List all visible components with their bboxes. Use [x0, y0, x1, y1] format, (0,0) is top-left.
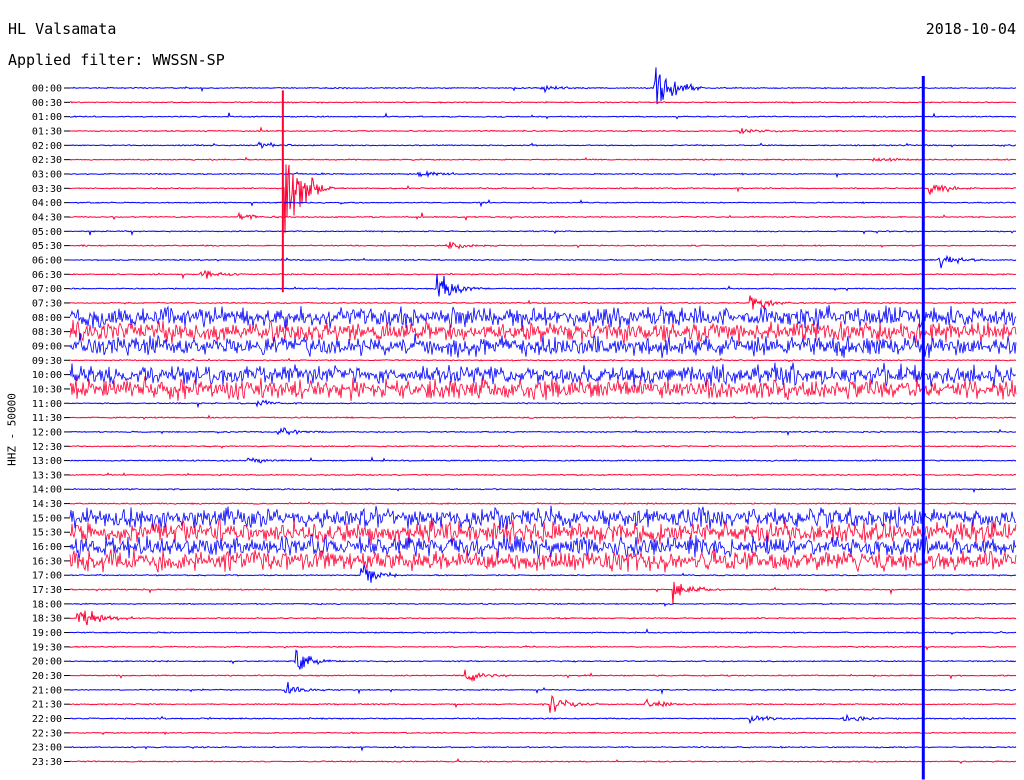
row-time-label: 02:00 — [32, 141, 62, 152]
row-time-label: 08:00 — [32, 313, 62, 324]
trace-2330 — [69, 757, 1017, 765]
row-time-label: 21:30 — [32, 700, 62, 711]
row-time-label: 01:00 — [32, 112, 62, 123]
trace-2200 — [69, 713, 1017, 725]
row-time-label: 01:30 — [32, 126, 62, 137]
row-time-label: 16:30 — [32, 556, 62, 567]
trace-1930 — [69, 644, 1017, 651]
row-time-label: 09:00 — [32, 341, 62, 352]
row-time-label: 23:00 — [32, 743, 62, 754]
trace-1400 — [69, 487, 1017, 493]
trace-1100 — [69, 399, 1017, 409]
row-time-label: 18:00 — [32, 599, 62, 610]
trace-2230 — [69, 731, 1017, 736]
row-time-label: 07:00 — [32, 284, 62, 295]
trace-0430 — [69, 211, 1017, 221]
trace-0800 — [69, 304, 1017, 330]
row-time-label: 13:00 — [32, 456, 62, 467]
trace-0500 — [70, 229, 1016, 237]
row-time-label: 19:00 — [32, 628, 62, 639]
row-time-label: 10:00 — [32, 370, 62, 381]
row-time-label: 09:30 — [32, 356, 62, 367]
trace-1700 — [69, 564, 1017, 583]
row-time-label: 08:30 — [32, 327, 62, 338]
row-time-label: 17:30 — [32, 585, 62, 596]
row-time-label: 23:30 — [32, 757, 62, 768]
row-time-label: 22:00 — [32, 714, 62, 725]
trace-0600 — [69, 254, 1017, 269]
row-time-label: 14:00 — [32, 485, 62, 496]
trace-1830 — [69, 610, 1017, 626]
row-time-label: 13:30 — [32, 470, 62, 481]
row-time-label: 06:30 — [32, 270, 62, 281]
trace-1000 — [69, 362, 1017, 388]
trace-0400 — [69, 199, 1017, 208]
trace-0530 — [69, 241, 1017, 250]
row-time-label: 22:30 — [32, 728, 62, 739]
row-time-label: 12:00 — [32, 427, 62, 438]
row-time-label: 02:30 — [32, 155, 62, 166]
trace-0000 — [69, 67, 1017, 105]
row-time-label: 21:00 — [32, 685, 62, 696]
trace-1330 — [69, 472, 1017, 477]
trace-2000 — [69, 649, 1016, 670]
trace-0200 — [69, 141, 1017, 149]
row-time-label: 05:00 — [32, 227, 62, 238]
trace-1730 — [69, 581, 1017, 605]
row-time-label: 18:30 — [32, 614, 62, 625]
row-time-label: 15:30 — [32, 528, 62, 539]
row-time-label: 14:30 — [32, 499, 62, 510]
trace-0300 — [69, 169, 1017, 179]
trace-0100 — [69, 112, 1017, 120]
row-time-label: 00:00 — [32, 84, 62, 95]
trace-2030 — [69, 669, 1017, 683]
row-time-label: 07:30 — [32, 298, 62, 309]
trace-1900 — [69, 627, 1017, 635]
trace-1800 — [69, 602, 1017, 607]
row-time-label: 05:30 — [32, 241, 62, 252]
trace-0900 — [69, 332, 1017, 359]
row-time-label: 03:30 — [32, 184, 62, 195]
trace-1200 — [69, 427, 1016, 437]
row-time-label: 04:00 — [32, 198, 62, 209]
row-time-label: 16:00 — [32, 542, 62, 553]
row-time-label: 11:30 — [32, 413, 62, 424]
trace-1500 — [69, 505, 1017, 531]
row-time-label: 04:30 — [32, 212, 62, 223]
trace-1230 — [69, 444, 1017, 449]
trace-1430 — [69, 501, 1017, 505]
row-time-label: 06:00 — [32, 255, 62, 266]
trace-0130 — [69, 126, 1017, 135]
row-time-label: 17:00 — [32, 571, 62, 582]
trace-1130 — [69, 414, 1017, 420]
row-time-label: 20:00 — [32, 657, 62, 668]
row-time-label: 12:30 — [32, 442, 62, 453]
trace-2130 — [69, 694, 1017, 713]
row-time-label: 03:00 — [32, 169, 62, 180]
row-time-label: 15:00 — [32, 513, 62, 524]
row-time-label: 11:00 — [32, 399, 62, 410]
row-time-label: 19:30 — [32, 642, 62, 653]
trace-0630 — [69, 269, 1017, 280]
trace-0230 — [69, 156, 1017, 162]
seismogram-plot: 00:00 00:30 01:00 01:30 02:00 02:30 03:00 03:30… — [32, 67, 1017, 780]
trace-1300 — [70, 456, 1017, 464]
trace-2100 — [69, 681, 1017, 696]
trace-0030 — [69, 100, 1017, 104]
row-time-label: 20:30 — [32, 671, 62, 682]
trace-0930 — [69, 357, 1017, 363]
trace-0700 — [69, 273, 1017, 297]
row-time-label: 00:30 — [32, 98, 62, 109]
trace-2300 — [69, 745, 1017, 752]
row-time-label: 10:30 — [32, 384, 62, 395]
trace-0730 — [69, 295, 1017, 311]
